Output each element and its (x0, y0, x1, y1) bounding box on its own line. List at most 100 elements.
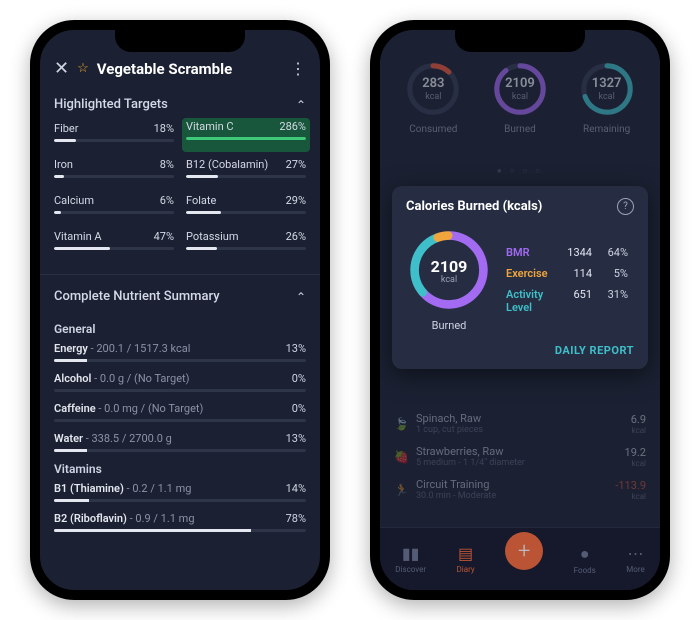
target-progress (186, 137, 306, 140)
more-icon: ⋯ (628, 544, 644, 563)
ring-remaining[interactable]: 1327kcalRemaining (578, 60, 636, 135)
diary-item-name: Circuit Training (416, 478, 607, 491)
chevron-up-icon: ⌃ (296, 290, 306, 304)
complete-summary-header[interactable]: Complete Nutrient Summary ⌃ (40, 277, 320, 308)
legend-ex: Exercise1145% (506, 267, 634, 280)
favorite-star-icon[interactable]: ☆ (77, 61, 89, 76)
ring-unit: kcal (404, 92, 462, 102)
diary-item-unit: kcal (625, 459, 646, 468)
target-b12-cobalamin-[interactable]: B12 (Cobalamin)27% (186, 156, 306, 188)
target-pct: 26% (286, 230, 306, 243)
diary-item-icon: 🍓 (394, 450, 408, 464)
legend-value: 114 (560, 267, 592, 280)
nutrient-row[interactable]: B1 (Thiamine) - 0.2 / 1.1 mg14% (54, 482, 306, 502)
target-progress (54, 139, 174, 142)
burned-legend: BMR134464%Exercise1145%Activity Level651… (506, 246, 634, 314)
tab-foods[interactable]: ●Foods (574, 544, 596, 575)
nutrient-name: Water (54, 432, 83, 445)
diary-item[interactable]: 🏃 Circuit Training30.0 min - Moderate -113… (394, 478, 646, 501)
nutrient-progress (54, 419, 306, 422)
help-icon[interactable]: ? (617, 198, 634, 215)
target-progress (54, 247, 174, 250)
nutrient-row[interactable]: Energy - 200.1 / 1517.3 kcal13% (54, 342, 306, 362)
target-progress (186, 211, 306, 214)
tab-more[interactable]: ⋯More (626, 544, 644, 574)
legend-value: 651 (560, 288, 592, 301)
legend-act: Activity Level65131% (506, 288, 634, 314)
target-progress (186, 247, 306, 250)
section-divider (40, 274, 320, 275)
diary-item[interactable]: 🍓Strawberries, Raw5 medium - 1 1/4" diam… (394, 445, 646, 468)
target-pct: 286% (279, 120, 306, 133)
nutrient-progress (54, 529, 306, 532)
target-pct: 29% (286, 194, 306, 207)
chart-icon: ▮▮ (402, 544, 420, 563)
target-potassium[interactable]: Potassium26% (186, 228, 306, 260)
phone-left: ✕ ☆ Vegetable Scramble ⋮ Highlighted Tar… (30, 20, 330, 600)
device-notch (115, 30, 245, 52)
nutrient-pct: 13% (286, 342, 306, 355)
target-name: Folate (186, 194, 216, 207)
ring-unit: kcal (491, 92, 549, 102)
nutrient-progress (54, 499, 306, 502)
group-general-label: General (54, 322, 306, 336)
burned-value: 2109 (406, 257, 492, 276)
diary-item[interactable]: 🍃Spinach, Raw1 cup, cut pieces6.9kcal (394, 412, 646, 435)
target-vitamin-c[interactable]: Vitamin C286% (182, 118, 310, 152)
diary-item-detail: 30.0 min - Moderate (416, 491, 607, 501)
close-icon[interactable]: ✕ (54, 58, 69, 79)
ring-value: 1327 (578, 76, 636, 91)
ring-burned[interactable]: 2109kcalBurned (491, 60, 549, 135)
diary-item-calories: -113.9 (615, 479, 646, 492)
page-indicator-dots: ● ○ ○ ○ (380, 166, 660, 175)
target-vitamin-a[interactable]: Vitamin A47% (54, 228, 174, 260)
tab-diary[interactable]: ▤Diary (457, 544, 475, 574)
daily-report-link[interactable]: DAILY REPORT (406, 344, 634, 357)
add-button[interactable]: + (505, 532, 543, 570)
nutrient-pct: 14% (286, 482, 306, 495)
card-title: Calories Burned (kcals) (406, 199, 542, 214)
highlighted-targets-label: Highlighted Targets (54, 97, 168, 112)
nutrient-pct: 0% (292, 402, 306, 415)
tab-discover[interactable]: ▮▮Discover (395, 544, 426, 574)
diary-item-icon: 🏃 (394, 483, 408, 497)
highlighted-targets-header[interactable]: Highlighted Targets ⌃ (40, 85, 320, 116)
target-pct: 8% (160, 158, 174, 171)
diary-item-icon: 🍃 (394, 417, 408, 431)
target-fiber[interactable]: Fiber 18% (54, 120, 174, 152)
ring-label: Consumed (409, 124, 457, 135)
nutrient-pct: 13% (286, 432, 306, 445)
nutrient-row[interactable]: Alcohol - 0.0 g / (No Target)0% (54, 372, 306, 392)
target-progress (54, 175, 174, 178)
nutrient-pct: 78% (286, 512, 306, 525)
legend-name: Exercise (506, 267, 554, 280)
diary-item-name: Spinach, Raw (416, 412, 623, 425)
diary-item-name: Strawberries, Raw (416, 445, 617, 458)
burned-unit: kcal (406, 275, 492, 285)
target-calcium[interactable]: Calcium6% (54, 192, 174, 224)
diary-item-calories: 19.2 (625, 446, 646, 459)
nutrient-value: - 0.0 g / (No Target) (91, 372, 189, 385)
target-name: Fiber (54, 122, 79, 135)
target-pct: 18% (154, 122, 174, 135)
target-progress (54, 211, 174, 214)
target-folate[interactable]: Folate 29% (186, 192, 306, 224)
phone-right: 283kcalConsumed2109kcalBurned1327kcalRem… (370, 20, 670, 600)
ring-consumed[interactable]: 283kcalConsumed (404, 60, 462, 135)
legend-pct: 64% (598, 246, 628, 259)
ring-label: Remaining (583, 124, 630, 135)
nutrient-progress (54, 389, 306, 392)
nutrient-row[interactable]: Water - 338.5 / 2700.0 g13% (54, 432, 306, 452)
target-name: Vitamin A (54, 230, 102, 243)
bottom-tab-bar: ▮▮Discover ▤Diary + ●Foods ⋯More (380, 527, 660, 590)
nutrient-row[interactable]: Caffeine - 0.0 mg / (No Target)0% (54, 402, 306, 422)
legend-name: BMR (506, 246, 554, 259)
target-iron[interactable]: Iron8% (54, 156, 174, 188)
apple-icon: ● (580, 544, 590, 564)
nutrient-value: - 200.1 / 1517.3 kcal (88, 342, 191, 355)
overflow-menu-icon[interactable]: ⋮ (290, 59, 306, 78)
chevron-up-icon: ⌃ (296, 98, 306, 112)
nutrient-row[interactable]: B2 (Riboflavin) - 0.9 / 1.1 mg78% (54, 512, 306, 532)
page-title: Vegetable Scramble (97, 60, 282, 78)
nutrient-name: Alcohol (54, 372, 91, 385)
